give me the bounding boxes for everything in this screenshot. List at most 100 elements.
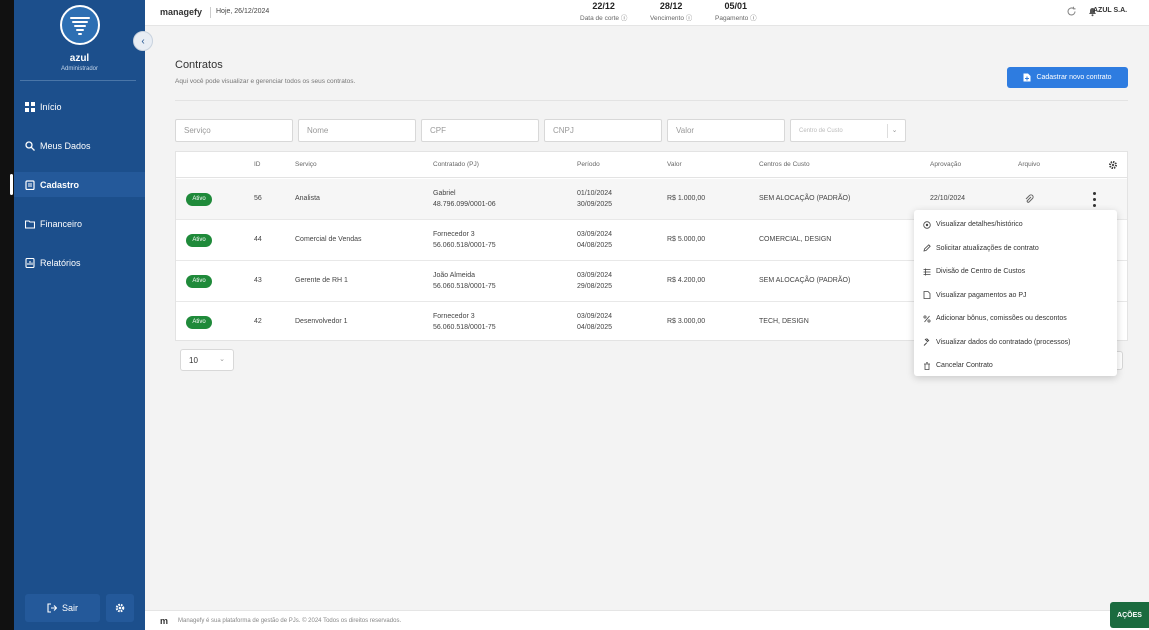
clipboard-icon [25, 179, 35, 190]
row-id: 43 [254, 277, 262, 284]
topbar: managefy Hoje, 26/12/2024 22/12 Data de … [145, 0, 1149, 26]
tornado-icon [70, 17, 90, 35]
col-centros: Centros de Custo [759, 161, 810, 168]
filter-cnpj-input[interactable]: CNPJ [544, 119, 662, 142]
user-name: azul [69, 53, 90, 64]
status-badge: Ativo [186, 275, 212, 288]
row-periodo-fim: 29/08/2025 [577, 283, 613, 290]
sidebar-item-relatorios[interactable]: Relatórios [14, 250, 145, 275]
status-badge: Ativo [186, 234, 212, 247]
row-periodo: 03/09/2024 29/08/2025 [577, 270, 612, 292]
menu-item-add-bonus[interactable]: Adicionar bônus, comissões ou descontos [914, 307, 1117, 331]
menu-item-request-updates[interactable]: Solicitar atualizações de contrato [914, 237, 1117, 261]
info-icon: ⓘ [685, 15, 693, 22]
menu-item-view-details[interactable]: Visualizar detalhes/histórico [914, 213, 1117, 237]
sidebar-settings-button[interactable] [106, 594, 134, 622]
trash-icon [924, 362, 930, 370]
column-settings-gear-icon[interactable] [1108, 160, 1118, 170]
logout-button[interactable]: Sair [25, 594, 100, 622]
menu-item-label: Cancelar Contrato [936, 362, 993, 370]
new-contract-button[interactable]: Cadastrar novo contrato [1007, 67, 1128, 88]
sidebar: azul Administrador Início Meus Dados Cad… [10, 0, 145, 630]
sidebar-item-inicio[interactable]: Início [14, 94, 145, 119]
pencil-icon [923, 244, 931, 252]
row-servico: Desenvolvedor 1 [295, 318, 348, 325]
col-contratado: Contratado (PJ) [433, 161, 479, 168]
row-contratado: João Almeida 56.060.518/0001-75 [433, 270, 496, 292]
due-date-label: Vencimento ⓘ [650, 15, 693, 22]
footer: m Managefy é sua plataforma de gestão de… [145, 610, 1149, 630]
table-header: ID Serviço Contratado (PJ) Período Valor… [176, 152, 1127, 178]
chevron-down-icon: ⌄ [219, 356, 225, 363]
row-contratado-doc: 48.796.099/0001-06 [433, 201, 496, 208]
row-contratado-doc: 56.060.518/0001-75 [433, 324, 496, 331]
payment-date-label: Pagamento ⓘ [715, 15, 757, 22]
sidebar-item-cadastro[interactable]: Cadastro [10, 172, 145, 197]
footer-text: Managefy é sua plataforma de gestão de P… [178, 618, 402, 624]
row-contratado-nome: João Almeida [433, 272, 476, 279]
cutoff-date: 22/12 [592, 1, 615, 11]
menu-item-label: Visualizar pagamentos ao PJ [936, 291, 1027, 299]
row-periodo-fim: 30/09/2025 [577, 201, 613, 208]
status-badge: Ativo [186, 316, 212, 329]
document-plus-icon [1023, 73, 1031, 82]
menu-item-label: Adicionar bônus, comissões ou descontos [936, 315, 1067, 323]
rows-per-page-select[interactable]: 10 ⌄ [180, 349, 234, 371]
menu-item-label: Solicitar atualizações de contrato [936, 244, 1039, 252]
today-date: Hoje, 26/12/2024 [216, 8, 270, 15]
page-title: Contratos [175, 59, 223, 71]
col-periodo: Período [577, 161, 600, 168]
logout-label: Sair [61, 603, 78, 613]
sidebar-item-label: Financeiro [40, 218, 83, 229]
brand-name: managefy [160, 7, 203, 17]
company-name[interactable]: AZUL S.A. [1093, 7, 1127, 14]
row-actions-menu: Visualizar detalhes/histórico Solicitar … [914, 210, 1117, 376]
menu-item-label: Visualizar dados do contratado (processo… [936, 338, 1071, 346]
col-servico: Serviço [295, 161, 317, 168]
filter-cpf-input[interactable]: CPF [421, 119, 539, 142]
filter-centro-select[interactable]: Centro de Custo ⌄ [790, 119, 906, 142]
menu-item-cancel-contract[interactable]: Cancelar Contrato [914, 354, 1117, 378]
row-valor: R$ 5.000,00 [667, 236, 706, 243]
filter-servico-input[interactable]: Serviço [175, 119, 293, 142]
sidebar-item-label: Relatórios [40, 257, 81, 268]
pagination-control[interactable] [1116, 351, 1123, 370]
eye-icon [923, 221, 931, 229]
menu-item-view-payments[interactable]: Visualizar pagamentos ao PJ [914, 284, 1117, 308]
info-icon: ⓘ [620, 15, 628, 22]
filter-valor-input[interactable]: Valor [667, 119, 785, 142]
sidebar-item-financeiro[interactable]: Financeiro [14, 211, 145, 236]
menu-item-cost-center-split[interactable]: Divisão de Centro de Custos [914, 260, 1117, 284]
payment-date: 05/01 [724, 1, 748, 11]
row-servico: Gerente de RH 1 [295, 277, 348, 284]
row-centro: SEM ALOCAÇÃO (PADRÃO) [759, 195, 851, 202]
due-date: 28/12 [659, 1, 683, 11]
gavel-icon [923, 338, 930, 347]
row-centro: SEM ALOCAÇÃO (PADRÃO) [759, 277, 851, 284]
sidebar-item-meus-dados[interactable]: Meus Dados [14, 133, 145, 158]
cutoff-date-label: Data de corte ⓘ [580, 15, 628, 22]
filter-centro-placeholder: Centro de Custo [799, 128, 843, 134]
footer-logo-mark: m [160, 616, 169, 626]
chevron-down-icon: ⌄ [887, 124, 901, 138]
row-contratado-doc: 56.060.518/0001-75 [433, 242, 496, 249]
row-servico: Comercial de Vendas [295, 236, 362, 243]
filter-nome-input[interactable]: Nome [298, 119, 416, 142]
row-periodo-fim: 04/08/2025 [577, 242, 613, 249]
row-periodo: 03/09/2024 04/08/2025 [577, 311, 612, 333]
row-id: 44 [254, 236, 262, 243]
paperclip-icon[interactable] [1024, 194, 1034, 204]
menu-item-view-contractor-data[interactable]: Visualizar dados do contratado (processo… [914, 331, 1117, 355]
actions-button[interactable]: AÇÕES [1110, 602, 1149, 628]
refresh-icon[interactable] [1066, 6, 1077, 17]
col-aprovacao: Aprovação [930, 161, 962, 168]
sidebar-collapse-button[interactable]: ‹ [133, 31, 153, 51]
row-valor: R$ 3.000,00 [667, 318, 706, 325]
row-id: 42 [254, 318, 262, 325]
new-contract-label: Cadastrar novo contrato [1036, 74, 1112, 81]
folder-icon [25, 219, 35, 229]
row-actions-kebab-icon[interactable] [1090, 192, 1098, 207]
row-servico: Analista [295, 195, 320, 202]
sidebar-item-label: Cadastro [40, 179, 80, 190]
row-periodo: 01/10/2024 30/09/2025 [577, 188, 612, 210]
